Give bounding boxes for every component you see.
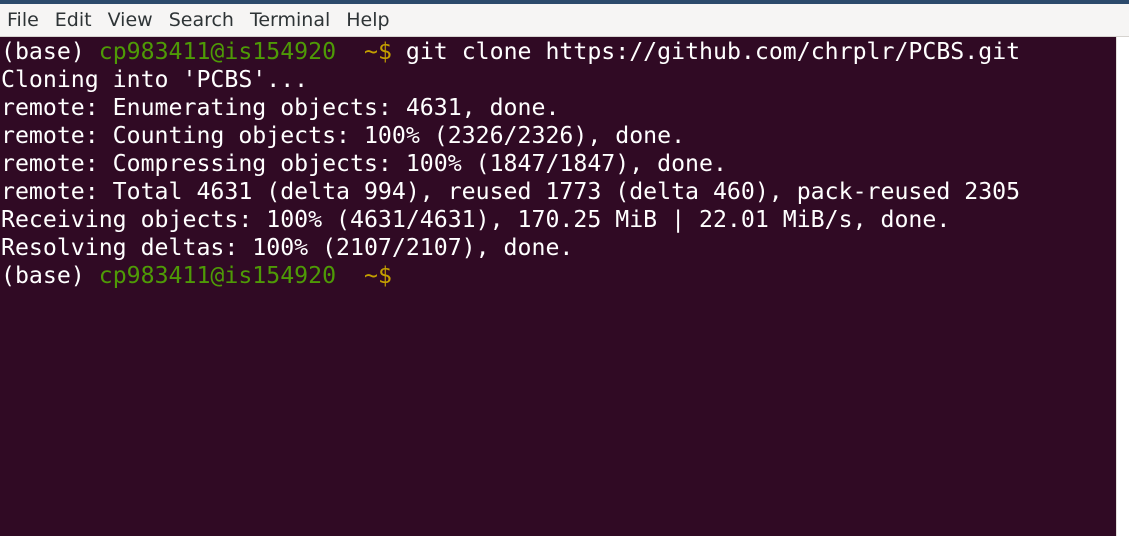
prompt-line: (base) cp983411@is154920 ~$ git clone ht…: [0, 38, 1116, 66]
command-text: git clone https://github.com/chrplr/PCBS…: [391, 38, 1021, 65]
terminal-area[interactable]: (base) cp983411@is154920 ~$ git clone ht…: [0, 37, 1116, 536]
menu-file[interactable]: File: [0, 4, 47, 36]
conda-env: (base): [1, 262, 99, 289]
output-line: Receiving objects: 100% (4631/4631), 170…: [1, 206, 951, 233]
prompt-line[interactable]: (base) cp983411@is154920 ~$: [0, 262, 1116, 290]
output-line: remote: Total 4631 (delta 994), reused 1…: [1, 178, 1021, 205]
user-host: cp983411@is154920: [98, 38, 337, 65]
output-line: remote: Enumerating objects: 4631, done.: [1, 94, 560, 121]
output-line: Resolving deltas: 100% (2107/2107), done…: [1, 234, 574, 261]
menu-search[interactable]: Search: [161, 4, 242, 36]
menu-terminal[interactable]: Terminal: [242, 4, 338, 36]
prompt-path: ~$: [336, 38, 392, 65]
prompt-path: ~$: [336, 262, 392, 289]
menu-help[interactable]: Help: [338, 4, 397, 36]
menu-view[interactable]: View: [100, 4, 161, 36]
output-line: Cloning into 'PCBS'...: [1, 66, 309, 93]
menubar: File Edit View Search Terminal Help: [0, 4, 1129, 37]
conda-env: (base): [1, 38, 99, 65]
user-host: cp983411@is154920: [98, 262, 337, 289]
scrollbar[interactable]: [1116, 37, 1129, 536]
output-line: remote: Compressing objects: 100% (1847/…: [1, 150, 727, 177]
menu-edit[interactable]: Edit: [47, 4, 100, 36]
text-cursor: [392, 262, 406, 288]
output-line: remote: Counting objects: 100% (2326/232…: [1, 122, 686, 149]
terminal-window: File Edit View Search Terminal Help (bas…: [0, 0, 1129, 536]
